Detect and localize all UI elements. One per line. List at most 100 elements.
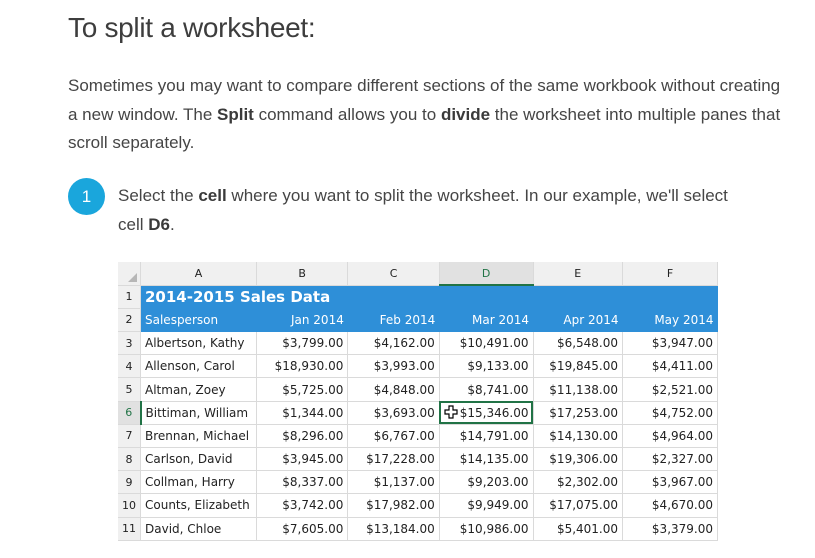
cell-e10[interactable]: $17,075.00 [533,493,624,518]
cell-d10[interactable]: $9,949.00 [439,493,534,518]
cell-a1-banner[interactable]: 2014-2015 Sales Data [140,285,718,309]
cell-b4[interactable]: $18,930.00 [256,354,349,379]
worksheet-grid: A B C D E F 1 2014-2015 Sales Data 2 Salesperson J… [118,262,718,541]
cell-f4[interactable]: $4,411.00 [622,354,718,379]
cell-e7[interactable]: $14,130.00 [533,424,624,449]
cell-a11[interactable]: David, Chloe [140,517,257,541]
column-header-e[interactable]: E [533,262,624,286]
cell-value: $6,548.00 [556,335,619,350]
cell-d9[interactable]: $9,203.00 [439,470,534,495]
step-bold-d6: D6 [148,214,170,234]
cell-d4[interactable]: $9,133.00 [439,354,534,379]
cell-f5[interactable]: $2,521.00 [622,377,718,402]
cell-value: $10,986.00 [459,521,529,536]
cell-e11[interactable]: $5,401.00 [533,517,624,541]
cell-c3[interactable]: $4,162.00 [347,331,440,356]
row-header-1[interactable]: 1 [118,285,141,309]
cell-a3[interactable]: Albertson, Kathy [140,331,257,356]
cell-a9[interactable]: Collman, Harry [140,470,257,495]
header-cell-d[interactable]: Mar 2014 [439,308,533,332]
cell-c6[interactable]: $3,693.00 [347,401,440,425]
spreadsheet-screenshot: A B C D E F 1 2014-2015 Sales Data 2 Salesperson J… [118,262,718,552]
cell-value: $17,228.00 [366,452,435,467]
cell-f7[interactable]: $4,964.00 [622,424,718,449]
cell-value: $9,133.00 [467,359,529,374]
header-cell-e[interactable]: Apr 2014 [533,308,623,332]
cell-value: $3,945.00 [282,452,344,467]
cell-value: $8,741.00 [467,382,529,397]
cell-a7[interactable]: Brennan, Michael [140,424,257,449]
cell-c9[interactable]: $1,137.00 [347,470,440,495]
table-row: 10 Counts, Elizabeth $3,742.00 $17,982.00 $9… [118,493,718,518]
cell-b9[interactable]: $8,337.00 [256,470,349,495]
cell-c11[interactable]: $13,184.00 [347,517,440,541]
cell-d3[interactable]: $10,491.00 [439,331,534,356]
cell-d7[interactable]: $14,791.00 [439,424,534,449]
row-header-7[interactable]: 7 [118,424,141,449]
select-all-corner[interactable] [118,262,141,286]
cell-c5[interactable]: $4,848.00 [347,377,440,402]
cell-b7[interactable]: $8,296.00 [256,424,349,449]
column-header-d[interactable]: D [439,262,534,287]
row-header-3[interactable]: 3 [118,331,141,356]
column-header-a[interactable]: A [140,262,257,286]
cell-f6[interactable]: $4,752.00 [622,401,718,425]
cell-b10[interactable]: $3,742.00 [256,493,349,518]
cell-c10[interactable]: $17,982.00 [347,493,440,518]
cell-f11[interactable]: $3,379.00 [622,517,718,541]
cell-a4[interactable]: Allenson, Carol [140,354,257,379]
cell-a5[interactable]: Altman, Zoey [140,377,257,402]
cell-value: $9,949.00 [467,498,529,513]
header-row: 2 Salesperson Jan 2014 Feb 2014 Mar 2014 Apr … [118,308,718,333]
cell-f9[interactable]: $3,967.00 [622,470,718,495]
cell-value: $19,306.00 [549,452,619,467]
column-header-f[interactable]: F [622,262,718,286]
row-header-5[interactable]: 5 [118,377,141,402]
cell-c8[interactable]: $17,228.00 [347,447,440,472]
row-header-11[interactable]: 11 [118,517,141,541]
cell-b5[interactable]: $5,725.00 [256,377,349,402]
cell-f10[interactable]: $4,670.00 [622,493,718,518]
cell-value: Altman, Zoey [145,382,226,397]
header-cell-f[interactable]: May 2014 [622,308,718,332]
cell-e3[interactable]: $6,548.00 [533,331,624,356]
cell-value: $5,725.00 [282,382,344,397]
cell-d5[interactable]: $8,741.00 [439,377,534,402]
step-text-part: . [169,214,175,234]
cell-e6[interactable]: $17,253.00 [533,401,624,425]
cell-b6[interactable]: $1,344.00 [256,401,349,425]
cell-d8[interactable]: $14,135.00 [439,447,534,472]
cell-e9[interactable]: $2,302.00 [533,470,624,495]
header-cell-c[interactable]: Feb 2014 [347,308,440,332]
cell-e8[interactable]: $19,306.00 [533,447,624,472]
cell-e5[interactable]: $11,138.00 [533,377,624,402]
row-header-8[interactable]: 8 [118,447,141,472]
cell-c4[interactable]: $3,993.00 [347,354,440,379]
cell-a10[interactable]: Counts, Elizabeth [140,493,257,518]
cell-a6[interactable]: Bittiman, William [140,401,257,425]
intro-paragraph: Sometimes you may want to compare differ… [68,72,788,158]
row-header-9[interactable]: 9 [118,470,141,495]
cell-e4[interactable]: $19,845.00 [533,354,624,379]
row-header-10[interactable]: 10 [118,493,141,518]
column-header-c[interactable]: C [347,262,440,286]
cell-b3[interactable]: $3,799.00 [256,331,349,356]
header-cell-b[interactable]: Jan 2014 [256,308,348,332]
row-header-4[interactable]: 4 [118,354,141,379]
cell-a8[interactable]: Carlson, David [140,447,257,472]
cell-d11[interactable]: $10,986.00 [439,517,534,541]
header-cell-a[interactable]: Salesperson [140,308,257,332]
cell-c7[interactable]: $6,767.00 [347,424,440,449]
step-bold-cell: cell [198,186,227,205]
cell-d6[interactable]: $15,346.00 [439,401,534,425]
cell-f3[interactable]: $3,947.00 [622,331,718,356]
cell-f8[interactable]: $2,327.00 [622,447,718,472]
intro-bold-split: Split [217,104,254,124]
cell-b8[interactable]: $3,945.00 [256,447,349,472]
row-header-6[interactable]: 6 [118,401,142,425]
table-row: 4 Allenson, Carol $18,930.00 $3,993.00 $9,13… [118,354,718,379]
column-header-b[interactable]: B [256,262,349,286]
column-header-row: ABCDEF [118,262,718,287]
row-header-2[interactable]: 2 [118,308,141,333]
cell-b11[interactable]: $7,605.00 [256,517,349,541]
